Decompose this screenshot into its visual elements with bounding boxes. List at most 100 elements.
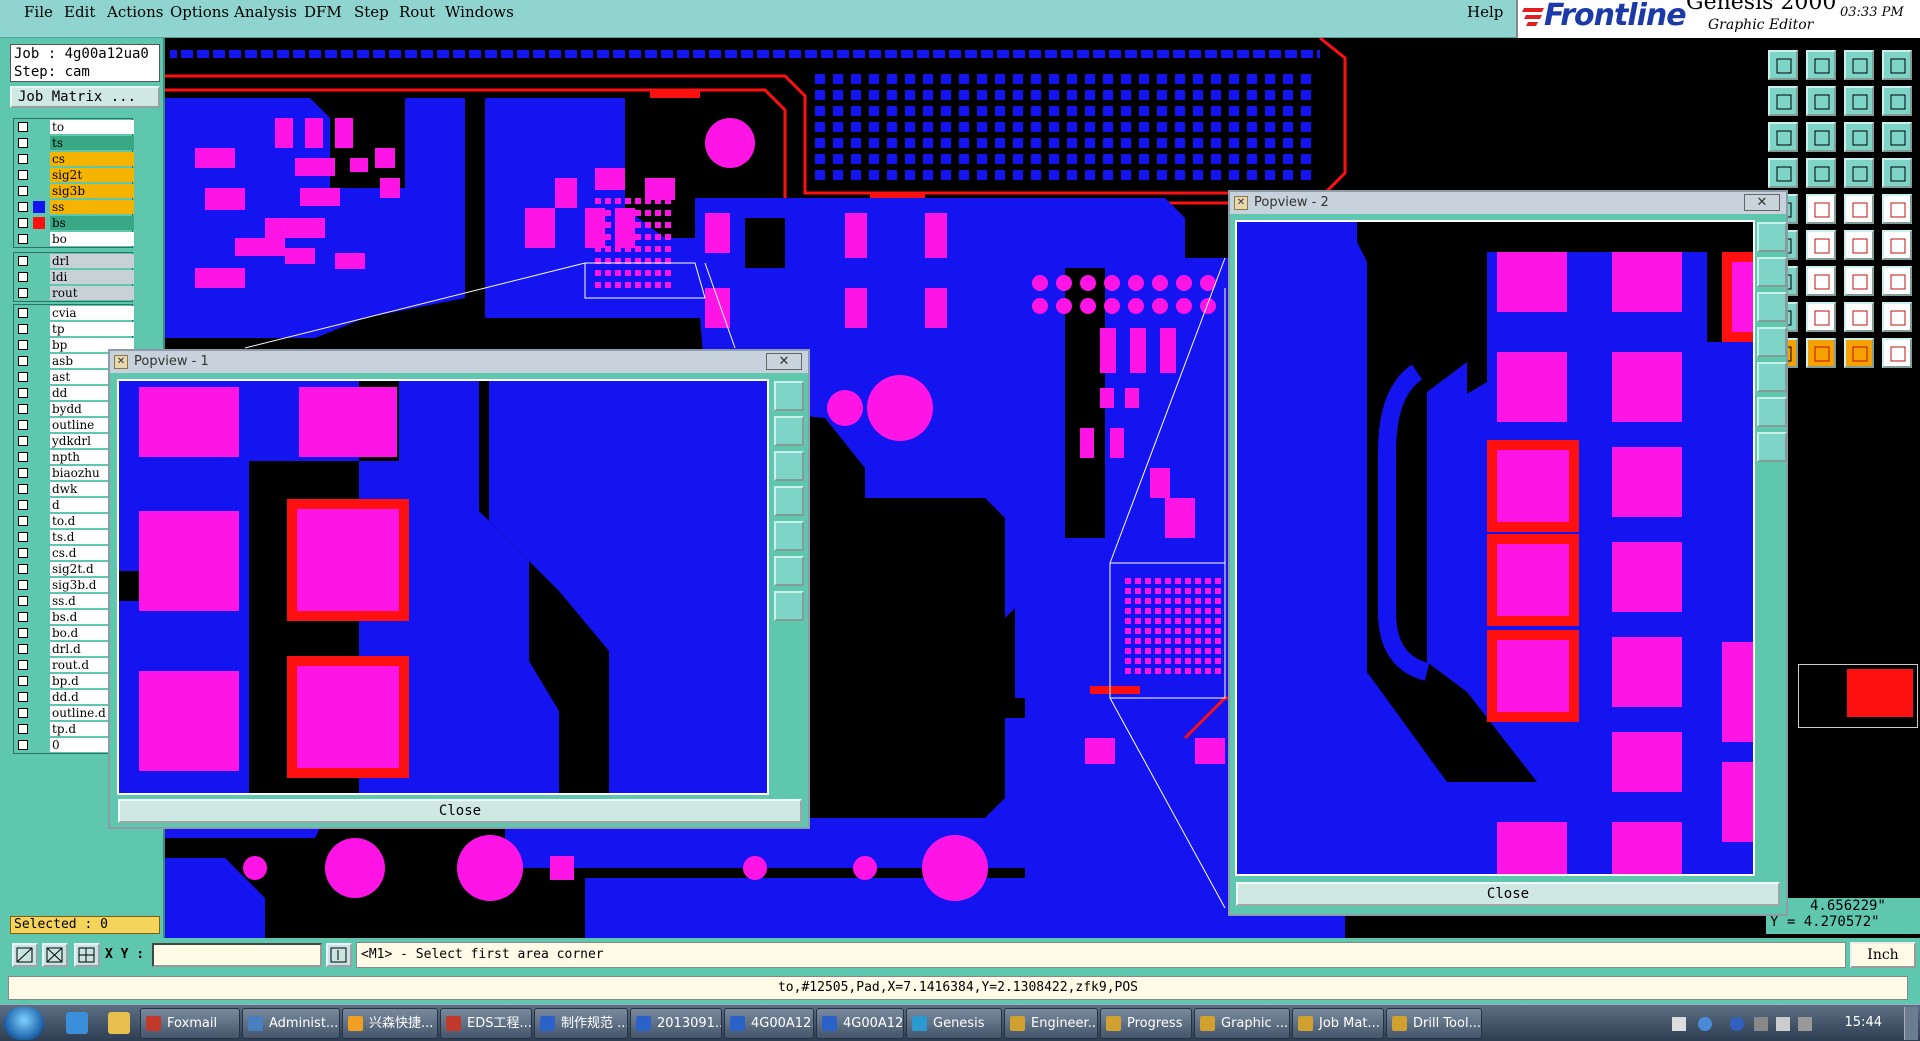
zoom-in-icon[interactable] — [774, 416, 804, 446]
layer-name[interactable]: drl — [50, 254, 134, 268]
layer-checkbox[interactable] — [18, 436, 28, 446]
text-tool-button[interactable] — [1882, 194, 1912, 224]
layer-checkbox[interactable] — [18, 500, 28, 510]
layer-checkbox[interactable] — [18, 288, 28, 298]
node-tool-button[interactable] — [1768, 158, 1798, 188]
popview-2-titlebar[interactable]: ✕ Popview - 2 — [1230, 192, 1786, 214]
cursor-tool-button[interactable] — [1882, 266, 1912, 296]
layer-name[interactable]: ldi — [50, 270, 134, 284]
layer-checkbox[interactable] — [18, 138, 28, 148]
measure-tool-button[interactable] — [1806, 194, 1836, 224]
layers-tool-button[interactable] — [1882, 86, 1912, 116]
layer-row[interactable]: drl — [14, 253, 134, 269]
layer-checkbox[interactable] — [18, 532, 28, 542]
layer-row[interactable]: cvia — [14, 305, 134, 321]
ruler-tool-button[interactable] — [1806, 122, 1836, 152]
layer-checkbox[interactable] — [18, 516, 28, 526]
menu-rout[interactable]: Rout — [399, 3, 435, 21]
layer-checkbox[interactable] — [18, 548, 28, 558]
stretch-tool-button[interactable] — [1844, 266, 1874, 296]
center-icon[interactable] — [774, 591, 804, 621]
layer-checkbox[interactable] — [18, 708, 28, 718]
layer-name[interactable]: cvia — [50, 306, 134, 320]
network-icon[interactable] — [1730, 1017, 1744, 1031]
layer-checkbox[interactable] — [18, 256, 28, 266]
zoom-fit-icon[interactable] — [1757, 222, 1787, 252]
layer-row[interactable]: bs — [14, 215, 134, 231]
layer-name[interactable]: rout — [50, 286, 134, 300]
popview-2-close-icon[interactable]: ✕ — [1744, 194, 1780, 211]
menu-windows[interactable]: Windows — [445, 3, 514, 21]
job-matrix-button[interactable]: Job Matrix ... — [10, 86, 160, 108]
pad-tool-button[interactable] — [1844, 122, 1874, 152]
pan-tool-button[interactable] — [1882, 302, 1912, 332]
layer-checkbox[interactable] — [18, 272, 28, 282]
layer-row[interactable]: to — [14, 119, 134, 135]
taskbar-item[interactable]: 4G00A12... — [724, 1008, 814, 1039]
layer-checkbox[interactable] — [18, 724, 28, 734]
menu-analysis[interactable]: Analysis — [234, 3, 297, 21]
layer-row[interactable]: tp — [14, 321, 134, 337]
curve-tool-button[interactable] — [1882, 158, 1912, 188]
layer-row[interactable]: ldi — [14, 269, 134, 285]
pan-right-icon[interactable] — [1757, 362, 1787, 392]
layer-checkbox[interactable] — [18, 218, 28, 228]
fit-all-icon[interactable] — [774, 556, 804, 586]
menu-edit[interactable]: Edit — [64, 3, 95, 21]
taskbar-item[interactable]: 兴森快捷... — [342, 1008, 438, 1039]
zoom-tool-button[interactable] — [1844, 302, 1874, 332]
taskbar-item[interactable]: Administ... — [242, 1008, 340, 1039]
popview-2-close-button[interactable]: Close — [1236, 882, 1780, 906]
fit-all-icon[interactable] — [1757, 397, 1787, 427]
pan-left-icon[interactable] — [1757, 327, 1787, 357]
popview-1-close-button[interactable]: Close — [118, 799, 802, 823]
xy-input[interactable] — [152, 943, 322, 967]
layer-checkbox[interactable] — [18, 484, 28, 494]
ie-icon[interactable] — [66, 1012, 88, 1034]
layer-row[interactable]: ss — [14, 199, 134, 215]
layer-row[interactable]: sig2t — [14, 167, 134, 183]
menu-help[interactable]: Help — [1467, 3, 1503, 21]
layer-checkbox[interactable] — [18, 404, 28, 414]
move-tool-button[interactable] — [1806, 50, 1836, 80]
layer-checkbox[interactable] — [18, 122, 28, 132]
abort-button[interactable] — [326, 943, 352, 967]
zoom-out-icon[interactable] — [1757, 292, 1787, 322]
layer-checkbox[interactable] — [18, 580, 28, 590]
flag-icon[interactable] — [1754, 1017, 1768, 1031]
layer-checkbox[interactable] — [18, 740, 28, 750]
zoom-area-button[interactable] — [12, 943, 38, 967]
layer-checkbox[interactable] — [18, 154, 28, 164]
highlight-tool-button[interactable] — [1806, 230, 1836, 260]
layer-row[interactable]: rout — [14, 285, 134, 301]
taskbar-item[interactable]: 4G00A12... — [816, 1008, 904, 1039]
cross-tool-button[interactable] — [1844, 158, 1874, 188]
menu-actions[interactable]: Actions — [107, 3, 163, 21]
zoom-in-icon[interactable] — [1757, 257, 1787, 287]
popview-1-close-icon[interactable]: ✕ — [766, 353, 802, 370]
volume-icon[interactable] — [1776, 1017, 1790, 1031]
taskbar-item[interactable]: Drill Tool... — [1386, 1008, 1482, 1039]
layer-name[interactable]: cs — [50, 152, 134, 166]
layer-checkbox[interactable] — [18, 628, 28, 638]
layer-checkbox[interactable] — [18, 644, 28, 654]
layer-row[interactable]: cs — [14, 151, 134, 167]
line-tool-button[interactable] — [1768, 122, 1798, 152]
layer-row[interactable]: sig3b — [14, 183, 134, 199]
taskbar-item[interactable]: Graphic ... — [1194, 1008, 1290, 1039]
layer-checkbox[interactable] — [18, 612, 28, 622]
layer-checkbox[interactable] — [18, 170, 28, 180]
layer-checkbox[interactable] — [18, 452, 28, 462]
scale-tool-button[interactable] — [1806, 338, 1836, 368]
pan-tool-button[interactable] — [1882, 50, 1912, 80]
move-tool-button[interactable] — [1806, 302, 1836, 332]
layer-checkbox[interactable] — [18, 340, 28, 350]
home-tool-button[interactable] — [1768, 50, 1798, 80]
snap-tool-button[interactable] — [1806, 158, 1836, 188]
pan-right-icon[interactable] — [774, 521, 804, 551]
layer-checkbox[interactable] — [18, 324, 28, 334]
layer-checkbox[interactable] — [18, 468, 28, 478]
measure-button[interactable] — [42, 943, 68, 967]
layer-name[interactable]: tp — [50, 322, 134, 336]
help-tool-button[interactable] — [1844, 86, 1874, 116]
